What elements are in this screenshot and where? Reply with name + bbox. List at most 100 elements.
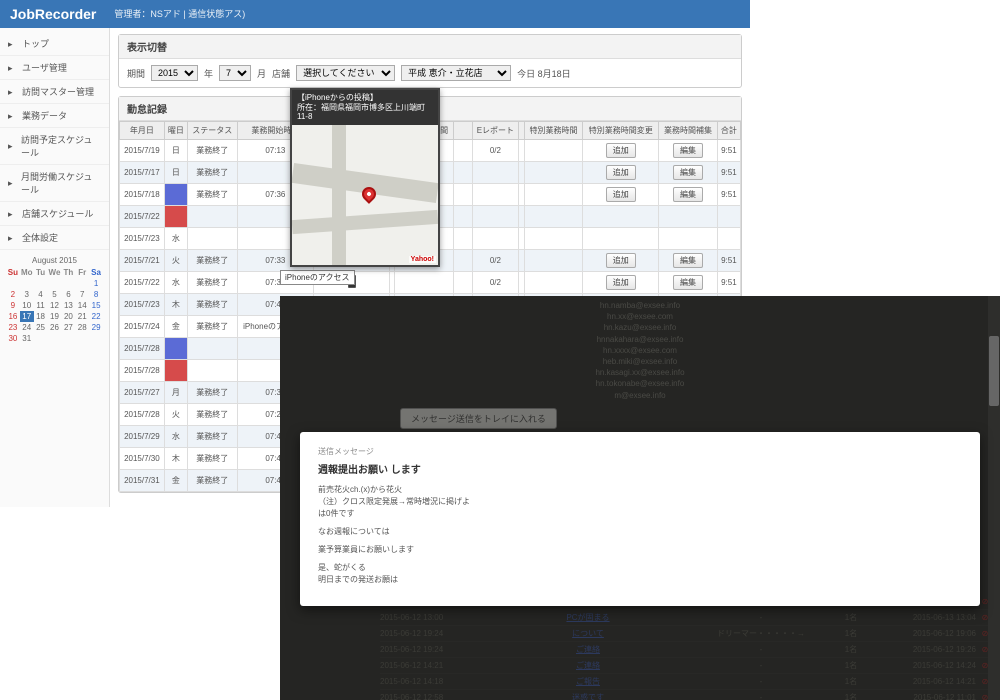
map-brand: Yahoo! bbox=[409, 256, 436, 263]
calendar-day[interactable]: 27 bbox=[62, 322, 76, 333]
calendar-day[interactable]: 14 bbox=[75, 300, 89, 311]
calendar-day[interactable]: 28 bbox=[75, 322, 89, 333]
sidebar-item-label: ユーザ管理 bbox=[22, 61, 67, 74]
message-window: hn.namba@exsee.infohn.xx@exsee.comhn.kaz… bbox=[280, 296, 1000, 700]
calendar-day[interactable]: 24 bbox=[20, 322, 34, 333]
calendar-day[interactable] bbox=[6, 278, 20, 289]
calendar-day[interactable] bbox=[62, 333, 76, 344]
calendar-day[interactable] bbox=[75, 333, 89, 344]
table-header: 年月日 bbox=[120, 122, 165, 140]
calendar-day[interactable] bbox=[62, 278, 76, 289]
calendar-day[interactable]: 22 bbox=[89, 311, 103, 322]
user-select[interactable]: 平成 恵介・立花店 bbox=[401, 65, 511, 81]
sidebar-item-label: 月間労働スケジュール bbox=[21, 170, 101, 196]
store-select[interactable]: 選択してください bbox=[296, 65, 395, 81]
sidebar-item-6[interactable]: ▸ 店舗スケジュール bbox=[0, 202, 109, 226]
calendar-day[interactable]: 4 bbox=[34, 289, 48, 300]
table-header: 曜日 bbox=[164, 122, 187, 140]
calendar-day[interactable]: 1 bbox=[89, 278, 103, 289]
sidebar: ▸トップ▸ユーザ管理▸訪問マスター管理▸業務データ▸訪問予定スケジュール▸月間労… bbox=[0, 28, 110, 507]
app-logo: JobRecorder bbox=[10, 0, 96, 28]
table-header: 合計 bbox=[717, 122, 740, 140]
calendar-day[interactable]: 21 bbox=[75, 311, 89, 322]
calendar-day[interactable]: 11 bbox=[34, 300, 48, 311]
calendar-day[interactable] bbox=[20, 278, 34, 289]
mini-calendar: August 2015 SuMoTuWeThFrSa12345678910111… bbox=[0, 250, 109, 348]
scrollbar-thumb[interactable] bbox=[989, 336, 999, 406]
calendar-day[interactable] bbox=[47, 278, 61, 289]
month-select[interactable]: 7 bbox=[219, 65, 251, 81]
calendar-day[interactable]: 15 bbox=[89, 300, 103, 311]
calendar-day[interactable]: 7 bbox=[75, 289, 89, 300]
calendar-day[interactable]: 16 bbox=[6, 311, 20, 322]
calendar-day[interactable]: 30 bbox=[6, 333, 20, 344]
calendar-day[interactable]: 17 bbox=[20, 311, 34, 322]
sidebar-item-label: トップ bbox=[22, 37, 49, 50]
app-header: JobRecorder 管理者：NSアド | 通信状態アス) bbox=[0, 0, 750, 28]
wrench-icon: ▸ bbox=[8, 233, 18, 243]
calendar-day[interactable] bbox=[47, 333, 61, 344]
calendar-day[interactable]: 19 bbox=[47, 311, 61, 322]
year-select[interactable]: 2015 bbox=[151, 65, 198, 81]
sidebar-item-3[interactable]: ▸ 業務データ bbox=[0, 104, 109, 128]
add-button[interactable]: 追加 bbox=[606, 165, 636, 180]
header-user: 管理者：NSアド | 通信状態アス) bbox=[114, 0, 245, 28]
calendar-day[interactable] bbox=[34, 278, 48, 289]
sidebar-item-label: 業務データ bbox=[22, 109, 67, 122]
table-header bbox=[453, 122, 472, 140]
sidebar-item-7[interactable]: ▸ 全体設定 bbox=[0, 226, 109, 250]
calendar-day[interactable]: 9 bbox=[6, 300, 20, 311]
sidebar-item-label: 訪問予定スケジュール bbox=[21, 133, 101, 159]
sidebar-item-4[interactable]: ▸訪問予定スケジュール bbox=[0, 128, 109, 165]
calendar-day[interactable]: 26 bbox=[47, 322, 61, 333]
calendar-day[interactable]: 25 bbox=[34, 322, 48, 333]
filter-panel-title: 表示切替 bbox=[119, 35, 741, 59]
gear-icon: ▸ bbox=[8, 87, 18, 97]
calendar-day[interactable]: 18 bbox=[34, 311, 48, 322]
sidebar-item-label: 全体設定 bbox=[22, 231, 58, 244]
calendar-day[interactable]: 2 bbox=[6, 289, 20, 300]
calendar-day[interactable]: 20 bbox=[62, 311, 76, 322]
calendar-day[interactable]: 8 bbox=[89, 289, 103, 300]
modal-label: 送信メッセージ bbox=[318, 446, 962, 457]
home-icon: ▸ bbox=[8, 39, 18, 49]
edit-button[interactable]: 編集 bbox=[673, 253, 703, 268]
edit-button[interactable]: 編集 bbox=[673, 187, 703, 202]
calendar-day[interactable]: 13 bbox=[62, 300, 76, 311]
calendar-day[interactable]: 5 bbox=[47, 289, 61, 300]
calendar-day[interactable]: 23 bbox=[6, 322, 20, 333]
table-row: 2015/7/22水業務終了07:320/2追加編集9:51 bbox=[120, 272, 741, 294]
calendar-day[interactable]: 12 bbox=[47, 300, 61, 311]
today-label: 今日 8月18日 bbox=[517, 67, 571, 80]
add-button[interactable]: 追加 bbox=[606, 187, 636, 202]
user-icon: ▸ bbox=[8, 63, 18, 73]
sidebar-item-2[interactable]: ▸訪問マスター管理 bbox=[0, 80, 109, 104]
filter-panel: 表示切替 期間 2015 年 7 月 店舗 選択してください 平成 恵介・立花店… bbox=[118, 34, 742, 88]
calendar-day[interactable]: 31 bbox=[20, 333, 34, 344]
calendar-day[interactable]: 10 bbox=[20, 300, 34, 311]
calendar-day[interactable]: 6 bbox=[62, 289, 76, 300]
add-button[interactable]: 追加 bbox=[606, 143, 636, 158]
sidebar-item-1[interactable]: ▸ ユーザ管理 bbox=[0, 56, 109, 80]
sidebar-item-5[interactable]: ▸月間労働スケジュール bbox=[0, 165, 109, 202]
calendar-day[interactable] bbox=[75, 278, 89, 289]
scrollbar[interactable] bbox=[988, 296, 1000, 700]
modal-title: 週報提出お願い します bbox=[318, 461, 962, 476]
calendar-day[interactable] bbox=[89, 333, 103, 344]
calendar-day[interactable]: 29 bbox=[89, 322, 103, 333]
list-icon: ▸ bbox=[8, 111, 18, 121]
map-image[interactable]: Yahoo! bbox=[292, 125, 438, 265]
add-button[interactable]: 追加 bbox=[606, 253, 636, 268]
sidebar-item-0[interactable]: ▸ トップ bbox=[0, 32, 109, 56]
add-button[interactable]: 追加 bbox=[606, 275, 636, 290]
calendar-day[interactable]: 3 bbox=[20, 289, 34, 300]
calendar-day[interactable] bbox=[34, 333, 48, 344]
store-label: 店舗 bbox=[272, 67, 290, 80]
edit-button[interactable]: 編集 bbox=[673, 143, 703, 158]
edit-button[interactable]: 編集 bbox=[673, 275, 703, 290]
sidebar-item-label: 店舗スケジュール bbox=[22, 207, 93, 220]
calendar-icon: ▸ bbox=[8, 209, 18, 219]
table-header: 業務時間補集 bbox=[659, 122, 717, 140]
edit-button[interactable]: 編集 bbox=[673, 165, 703, 180]
period-label: 期間 bbox=[127, 67, 145, 80]
